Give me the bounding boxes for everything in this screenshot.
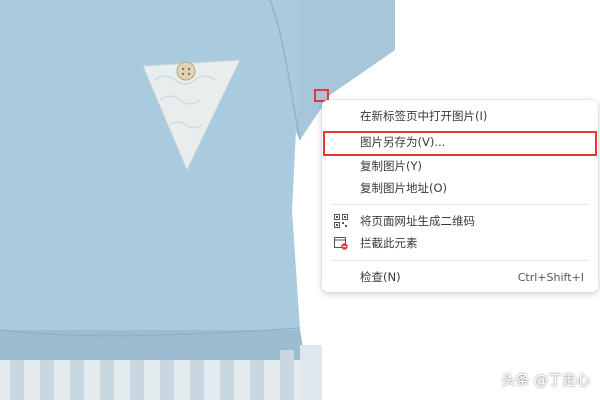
menu-separator: [332, 204, 588, 205]
block-element-icon: [334, 236, 348, 250]
menu-item-label: 拦截此元素: [360, 236, 418, 250]
menu-item-open-image-new-tab[interactable]: 在新标签页中打开图片(I): [322, 105, 598, 127]
watermark: 头条 @丁走心: [501, 373, 590, 389]
context-menu: 在新标签页中打开图片(I) 图片另存为(V)... 复制图片(Y) 复制图片地址…: [322, 100, 598, 292]
menu-item-label: 复制图片(Y): [360, 159, 422, 173]
menu-item-generate-qr-code[interactable]: 将页面网址生成二维码: [322, 210, 598, 232]
menu-item-inspect[interactable]: 检查(N) Ctrl+Shift+I: [322, 266, 598, 288]
menu-item-label: 在新标签页中打开图片(I): [360, 109, 488, 123]
menu-item-block-element[interactable]: 拦截此元素: [322, 232, 598, 254]
menu-item-label: 检查(N): [360, 270, 401, 284]
save-image-highlight-box: [323, 131, 597, 156]
menu-item-copy-image[interactable]: 复制图片(Y): [322, 155, 598, 177]
menu-item-copy-image-address[interactable]: 复制图片地址(O): [322, 177, 598, 199]
menu-separator: [332, 260, 588, 261]
menu-item-label: 复制图片地址(O): [360, 181, 448, 195]
menu-item-label: 将页面网址生成二维码: [360, 214, 475, 228]
qr-code-icon: [334, 214, 348, 228]
menu-item-shortcut: Ctrl+Shift+I: [517, 270, 584, 284]
